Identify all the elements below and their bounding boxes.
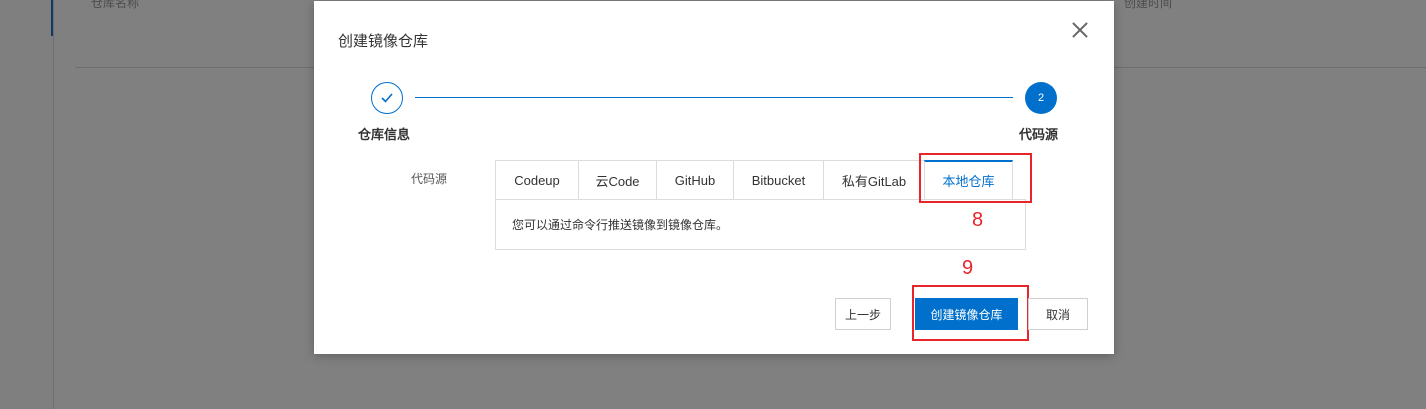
tab-bitbucket[interactable]: Bitbucket <box>733 160 823 200</box>
tab-content-text: 您可以通过命令行推送镜像到镜像仓库。 <box>512 218 729 232</box>
annotation-number-9: 9 <box>962 257 974 279</box>
source-field-label: 代码源 <box>411 172 448 186</box>
tab-private-gitlab[interactable]: 私有GitLab <box>823 160 924 200</box>
annotation-number-8: 8 <box>972 209 984 231</box>
checkmark-icon <box>381 93 393 103</box>
bg-column-repo-name: 仓库名称 <box>91 0 140 10</box>
close-icon[interactable] <box>1071 21 1089 39</box>
bg-column-created-time: 创建时间 <box>1124 0 1173 10</box>
step-1-done-circle <box>371 82 403 114</box>
previous-step-button[interactable]: 上一步 <box>835 298 891 330</box>
tab-codeup[interactable]: Codeup <box>495 160 578 200</box>
tab-content-panel: 您可以通过命令行推送镜像到镜像仓库。 <box>495 199 1026 250</box>
cancel-button[interactable]: 取消 <box>1028 298 1088 330</box>
step-2-circle: 2 <box>1025 82 1057 114</box>
sidebar-active-indicator <box>51 0 53 36</box>
tab-yuncode[interactable]: 云Code <box>578 160 656 200</box>
create-repo-button[interactable]: 创建镜像仓库 <box>915 298 1018 330</box>
step-2-label: 代码源 <box>1019 127 1059 142</box>
create-repo-dialog: 创建镜像仓库 2 仓库信息 代码源 代码源 Codeup 云Code GitHu… <box>314 1 1114 354</box>
tab-github[interactable]: GitHub <box>656 160 733 200</box>
step-1-label: 仓库信息 <box>358 127 411 142</box>
dialog-title: 创建镜像仓库 <box>338 33 429 50</box>
step-connector-line <box>415 97 1013 98</box>
annotation-box-local-tab <box>919 153 1032 203</box>
